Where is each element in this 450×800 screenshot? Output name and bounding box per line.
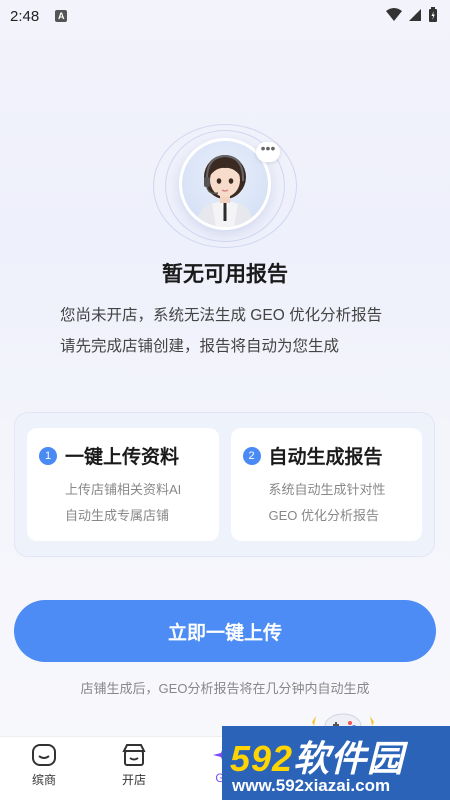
status-icons [386, 7, 438, 23]
step-description: 上传店铺相关资料AI 自动生成专属店铺 [39, 477, 209, 529]
smile-icon [32, 744, 56, 766]
hint-text: 店铺生成后，GEO分析报告将在几分钟内自动生成 [80, 681, 370, 696]
step-upload: 1 一键上传资料 上传店铺相关资料AI 自动生成专属店铺 [27, 428, 219, 541]
status-bar: 2:48 A [0, 0, 450, 32]
step-description: 系统自动生成针对性 GEO 优化分析报告 [243, 477, 413, 529]
watermark-number: 592 [230, 738, 294, 779]
signal-icon [409, 9, 421, 21]
step-title: 一键上传资料 [65, 447, 180, 468]
watermark-url: www.592xiazai.com [232, 776, 391, 795]
notification-badge-icon: A [55, 10, 68, 22]
tab-binshang[interactable]: 缤商 [14, 741, 74, 788]
step-title: 自动生成报告 [268, 447, 383, 468]
wifi-icon [386, 8, 402, 21]
step-number-badge: 2 [242, 446, 261, 465]
tab-label: 开店 [121, 773, 146, 787]
step-generate: 2 自动生成报告 系统自动生成针对性 GEO 优化分析报告 [230, 428, 422, 541]
step-description-line: 自动生成专属店铺 [65, 508, 170, 523]
status-time: 2:48 [10, 7, 40, 25]
watermark-brand: 592软件园 [230, 730, 404, 782]
empty-state-title: 暂无可用报告 [162, 263, 288, 286]
more-icon: ••• [256, 141, 280, 162]
empty-state-description: 您尚未开店，系统无法生成 GEO 优化分析报告 请先完成店铺创建，报告将自动为您… [60, 307, 383, 355]
battery-icon [429, 7, 437, 22]
steps-card: 1 一键上传资料 上传店铺相关资料AI 自动生成专属店铺 2 自动生成报告 系统… [14, 412, 435, 557]
assistant-avatar-icon [196, 154, 254, 227]
step-description-line: 系统自动生成针对性 [268, 482, 386, 497]
upload-now-button[interactable]: 立即一键上传 [14, 600, 436, 662]
tab-label: 缤商 [31, 773, 56, 787]
assistant-avatar-area: ••• [145, 124, 305, 248]
watermark-logo: 592软件园 www.592xiazai.com [222, 726, 450, 800]
step-number-badge: 1 [39, 446, 57, 465]
step-description-line: GEO 优化分析报告 [268, 508, 380, 523]
shop-icon [122, 744, 146, 766]
step-description-line: 上传店铺相关资料AI [65, 482, 182, 497]
tab-open-shop[interactable]: 开店 [104, 741, 164, 788]
watermark-brand-text: 软件园 [293, 738, 405, 779]
